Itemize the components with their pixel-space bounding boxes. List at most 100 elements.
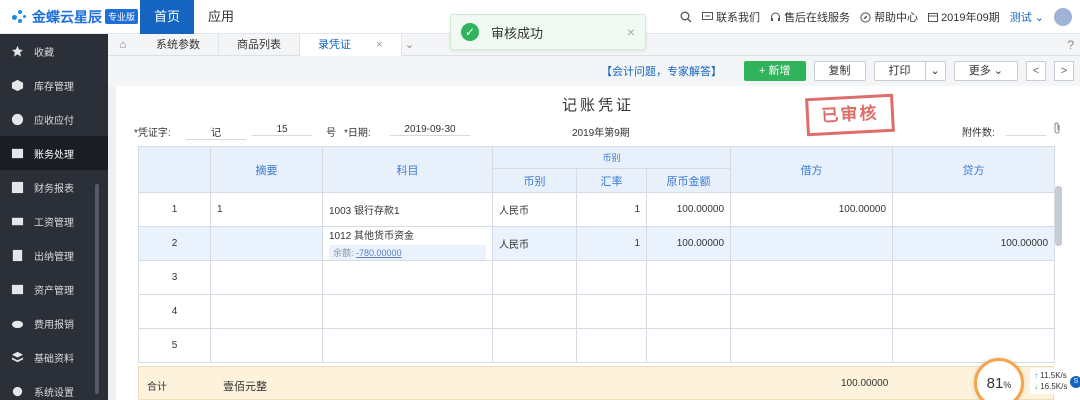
attachments-field[interactable] bbox=[1006, 124, 1046, 136]
summary-cell[interactable] bbox=[210, 328, 323, 363]
orig-amount-cell[interactable] bbox=[645, 294, 732, 329]
toast-message: 审核成功 bbox=[491, 25, 544, 41]
row-number: 4 bbox=[138, 294, 211, 329]
sidebar-item-base-data[interactable]: 基础资料 bbox=[0, 340, 108, 374]
debit-cell[interactable] bbox=[730, 260, 894, 295]
message-icon bbox=[702, 12, 714, 20]
avatar[interactable] bbox=[1054, 8, 1072, 26]
network-speed-widget[interactable]: 81% ↑ 11.5K/s ↓ 16.5K/s S bbox=[974, 358, 1080, 400]
prev-voucher-button[interactable]: < bbox=[1026, 61, 1046, 81]
currency-cell[interactable]: 人民币 bbox=[492, 192, 577, 227]
account-cell[interactable] bbox=[322, 260, 493, 295]
logo-text: 金蝶云星辰 bbox=[32, 8, 102, 25]
orig-amount-cell[interactable]: 100.00000 bbox=[645, 226, 732, 261]
currency-cell[interactable]: 人民币 bbox=[492, 226, 577, 261]
debit-cell[interactable]: 100.00000 bbox=[730, 192, 894, 227]
voucher-number-field[interactable]: 15 bbox=[252, 124, 312, 136]
orig-amount-cell[interactable] bbox=[645, 328, 732, 363]
credit-cell[interactable] bbox=[892, 260, 1056, 295]
sidebar-item-expenses[interactable]: 费用报销 bbox=[0, 306, 108, 340]
table-row[interactable]: 4 bbox=[138, 294, 1056, 329]
tab-enter-voucher[interactable]: 录凭证 × bbox=[300, 33, 402, 56]
table-row[interactable]: 2 1012 其他货币资金 余额: -780.00000 人民币 1 100.0… bbox=[138, 226, 1056, 261]
copy-button[interactable]: 复制 bbox=[813, 61, 866, 81]
help-center-link[interactable]: 帮助中心 bbox=[860, 9, 918, 25]
table-scrollbar[interactable] bbox=[1055, 186, 1062, 246]
nav-tab-home[interactable]: 首页 bbox=[140, 0, 195, 34]
home-icon[interactable]: ⌂ bbox=[108, 39, 138, 51]
credit-cell[interactable] bbox=[892, 192, 1056, 227]
app-logo[interactable]: 金蝶云星辰 专业版 bbox=[0, 0, 140, 34]
debit-cell[interactable] bbox=[730, 294, 894, 329]
voucher-meta: *凭证字: 记 15 号 *日期: 2019-09-30 2019年第9期 附件… bbox=[134, 122, 1074, 140]
account-cell[interactable] bbox=[322, 294, 493, 329]
compass-icon bbox=[860, 11, 871, 23]
voucher-word-field[interactable]: 记 bbox=[186, 124, 246, 140]
account-cell[interactable]: 1012 其他货币资金 余额: -780.00000 bbox=[322, 226, 493, 261]
contact-us-link[interactable]: 联系我们 bbox=[702, 9, 760, 25]
nav-tab-apps[interactable]: 应用 bbox=[194, 0, 248, 34]
sidebar-item-accounting[interactable]: 账务处理 bbox=[0, 136, 108, 170]
tab-product-list[interactable]: 商品列表 bbox=[219, 33, 300, 56]
rate-cell[interactable] bbox=[576, 260, 647, 295]
headset-icon bbox=[771, 12, 781, 21]
tab-list-chevron-icon[interactable]: ⌄ bbox=[402, 38, 418, 51]
sidebar-item-receivables[interactable]: 应收应付 bbox=[0, 102, 108, 136]
print-button-group: 打印 ⌄ bbox=[873, 61, 946, 81]
upload-arrow-icon: ↑ bbox=[1034, 371, 1038, 380]
account-cell[interactable] bbox=[322, 328, 493, 363]
period-selector[interactable]: 2019年09期 bbox=[928, 9, 1000, 25]
voucher-toolbar: 【会计问题，专家解答】 + 新增 复制 打印 ⌄ 更多 ⌄ < > bbox=[108, 56, 1080, 86]
debit-cell[interactable] bbox=[730, 226, 894, 261]
summary-cell[interactable] bbox=[210, 226, 323, 261]
row-number: 2 bbox=[138, 226, 211, 261]
date-field[interactable]: 2019-09-30 bbox=[390, 124, 470, 136]
tab-system-params[interactable]: 系统参数 bbox=[138, 33, 219, 56]
debit-cell[interactable] bbox=[730, 328, 894, 363]
sidebar-scrollbar[interactable] bbox=[95, 184, 99, 394]
table-row[interactable]: 3 bbox=[138, 260, 1056, 295]
attachments-label: 附件数: bbox=[962, 128, 995, 139]
rate-cell[interactable]: 1 bbox=[576, 192, 647, 227]
summary-cell[interactable]: 1 bbox=[210, 192, 323, 227]
orig-amount-cell[interactable] bbox=[645, 260, 732, 295]
sidebar-item-inventory[interactable]: 库存管理 bbox=[0, 68, 108, 102]
rate-cell[interactable]: 1 bbox=[576, 226, 647, 261]
print-dropdown-icon[interactable]: ⌄ bbox=[924, 61, 946, 81]
more-button[interactable]: 更多 ⌄ bbox=[953, 61, 1018, 81]
sidebar-item-reports[interactable]: 财务报表 bbox=[0, 170, 108, 204]
currency-cell[interactable] bbox=[492, 328, 577, 363]
voucher-title: 记账凭证 bbox=[561, 97, 634, 114]
sidebar-item-settings[interactable]: 系统设置 bbox=[0, 374, 108, 400]
table-row[interactable]: 5 bbox=[138, 328, 1056, 363]
currency-cell[interactable] bbox=[492, 260, 577, 295]
search-icon[interactable] bbox=[680, 11, 692, 23]
sidebar-item-cashier[interactable]: 出纳管理 bbox=[0, 238, 108, 272]
summary-cell[interactable] bbox=[210, 260, 323, 295]
add-new-button[interactable]: + 新增 bbox=[744, 61, 806, 81]
account-name: 1012 其他货币资金 bbox=[329, 231, 415, 242]
rate-cell[interactable] bbox=[576, 328, 647, 363]
paperclip-icon[interactable] bbox=[1052, 122, 1062, 138]
print-button[interactable]: 打印 bbox=[873, 61, 925, 81]
credit-cell[interactable] bbox=[892, 294, 1056, 329]
next-voucher-button[interactable]: > bbox=[1054, 61, 1074, 81]
sidebar-item-salary[interactable]: 工资管理 bbox=[0, 204, 108, 238]
account-cell[interactable]: 1003 银行存款1 bbox=[322, 192, 493, 227]
sidebar-item-favorites[interactable]: 收藏 bbox=[0, 34, 108, 68]
user-menu[interactable]: 测试 ⌄ bbox=[1010, 9, 1044, 25]
orig-amount-cell[interactable]: 100.00000 bbox=[645, 192, 732, 227]
help-question-icon[interactable]: ? bbox=[1067, 38, 1074, 52]
summary-cell[interactable] bbox=[210, 294, 323, 329]
currency-cell[interactable] bbox=[492, 294, 577, 329]
table-row[interactable]: 1 1 1003 银行存款1 人民币 1 100.00000 100.00000 bbox=[138, 192, 1056, 227]
sidebar-item-assets[interactable]: 资产管理 bbox=[0, 272, 108, 306]
credit-cell[interactable]: 100.00000 bbox=[892, 226, 1056, 261]
memory-usage-ring: 81% bbox=[974, 358, 1024, 400]
toast-close-icon[interactable]: × bbox=[627, 24, 635, 40]
base-data-icon bbox=[10, 350, 24, 364]
expert-help-link[interactable]: 【会计问题，专家解答】 bbox=[601, 63, 722, 79]
after-sales-link[interactable]: 售后在线服务 bbox=[770, 9, 850, 25]
rate-cell[interactable] bbox=[576, 294, 647, 329]
tab-close-icon[interactable]: × bbox=[376, 39, 382, 51]
